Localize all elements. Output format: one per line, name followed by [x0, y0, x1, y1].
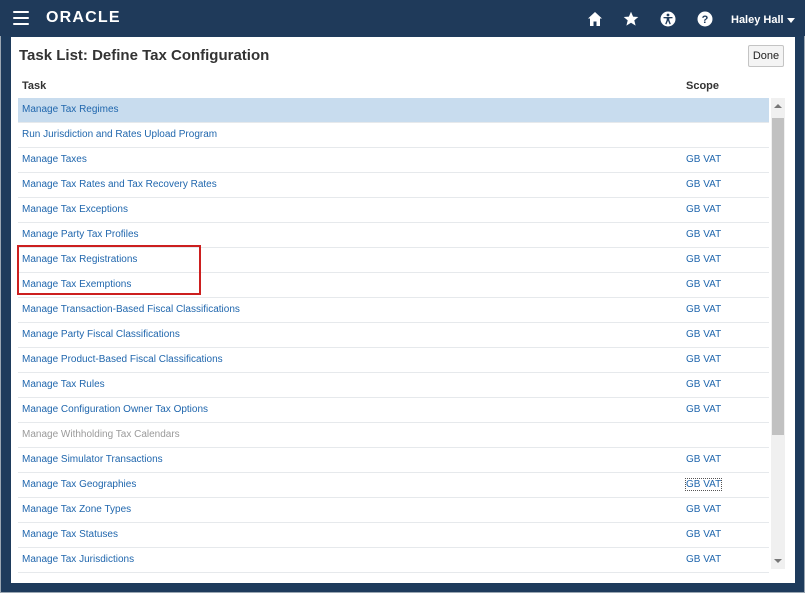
table-row[interactable]: Manage Tax Zone Types GB VAT: [18, 498, 769, 523]
task-link[interactable]: Manage Configuration Owner Tax Options: [22, 404, 208, 415]
scope-link[interactable]: GB VAT: [684, 478, 723, 491]
scope-link[interactable]: GB VAT: [686, 354, 721, 365]
menu-icon[interactable]: [13, 11, 29, 25]
scope-link[interactable]: GB VAT: [686, 304, 721, 315]
table-row[interactable]: Manage Tax Jurisdictions GB VAT: [18, 548, 769, 573]
svg-text:?: ?: [702, 14, 709, 26]
table-row[interactable]: Manage Simulator Transactions GB VAT: [18, 448, 769, 473]
page-title: Task List: Define Tax Configuration: [19, 47, 270, 64]
task-link[interactable]: Manage Tax Jurisdictions: [22, 554, 134, 565]
scope-link[interactable]: GB VAT: [686, 279, 721, 290]
scope-link[interactable]: GB VAT: [686, 554, 721, 565]
scope-link[interactable]: GB VAT: [686, 329, 721, 340]
table-row[interactable]: Manage Tax Geographies GB VAT: [18, 473, 769, 498]
table-row[interactable]: Manage Withholding Tax Calendars: [18, 423, 769, 448]
table-row[interactable]: Manage Configuration Owner Tax Options GB…: [18, 398, 769, 423]
scope-link[interactable]: GB VAT: [686, 254, 721, 265]
column-header-task[interactable]: Task: [22, 80, 46, 92]
task-link: Manage Withholding Tax Calendars: [22, 429, 180, 440]
task-link[interactable]: Manage Transaction-Based Fiscal Classifi…: [22, 304, 240, 315]
column-header-scope[interactable]: Scope: [686, 80, 719, 92]
table-row[interactable]: Manage Party Fiscal Classifications GB VA…: [18, 323, 769, 348]
task-link[interactable]: Manage Tax Exceptions: [22, 204, 128, 215]
scroll-up-icon[interactable]: [774, 104, 782, 108]
vertical-scrollbar[interactable]: [771, 98, 785, 569]
table-row[interactable]: Manage Tax Exceptions GB VAT: [18, 198, 769, 223]
task-link[interactable]: Manage Tax Geographies: [22, 479, 136, 490]
task-link[interactable]: Manage Party Tax Profiles: [22, 229, 139, 240]
table-row[interactable]: Manage Tax Rules GB VAT: [18, 373, 769, 398]
task-link[interactable]: Manage Taxes: [22, 154, 87, 165]
help-icon[interactable]: ?: [697, 11, 713, 27]
task-link[interactable]: Manage Tax Rules: [22, 379, 105, 390]
task-link[interactable]: Manage Tax Zone Types: [22, 504, 131, 515]
home-icon[interactable]: [587, 11, 603, 27]
table-row[interactable]: Run Jurisdiction and Rates Upload Progra…: [18, 123, 769, 148]
task-link[interactable]: Manage Tax Regimes: [22, 104, 119, 115]
scope-link[interactable]: GB VAT: [686, 529, 721, 540]
table-row[interactable]: Manage Tax Rates and Tax Recovery Rates G…: [18, 173, 769, 198]
top-navigation-bar: ORACLE ? Haley Hall: [0, 0, 805, 36]
task-link[interactable]: Manage Product-Based Fiscal Classificati…: [22, 354, 223, 365]
task-table: Manage Tax Regimes Run Jurisdiction and R…: [18, 98, 769, 573]
table-row[interactable]: Manage Tax Statuses GB VAT: [18, 523, 769, 548]
scope-link[interactable]: GB VAT: [686, 204, 721, 215]
accessibility-icon[interactable]: [660, 11, 676, 27]
scope-link[interactable]: GB VAT: [686, 229, 721, 240]
scope-link[interactable]: GB VAT: [686, 504, 721, 515]
task-link[interactable]: Manage Party Fiscal Classifications: [22, 329, 180, 340]
user-name: Haley Hall: [731, 14, 784, 26]
user-menu[interactable]: Haley Hall: [731, 14, 795, 26]
scope-link[interactable]: GB VAT: [686, 154, 721, 165]
table-row[interactable]: Manage Product-Based Fiscal Classificati…: [18, 348, 769, 373]
table-row[interactable]: Manage Transaction-Based Fiscal Classifi…: [18, 298, 769, 323]
scope-link[interactable]: GB VAT: [686, 379, 721, 390]
table-row[interactable]: Manage Taxes GB VAT: [18, 148, 769, 173]
task-link[interactable]: Manage Tax Statuses: [22, 529, 118, 540]
task-link[interactable]: Manage Simulator Transactions: [22, 454, 163, 465]
table-row[interactable]: Manage Tax Regimes: [18, 98, 769, 123]
star-icon[interactable]: [623, 11, 639, 27]
task-list-panel: Task List: Define Tax Configuration Done…: [11, 37, 795, 583]
task-link[interactable]: Manage Tax Rates and Tax Recovery Rates: [22, 179, 217, 190]
annotation-highlight-box: [17, 245, 201, 295]
task-link[interactable]: Run Jurisdiction and Rates Upload Progra…: [22, 129, 217, 140]
chevron-down-icon: [786, 17, 795, 23]
scroll-down-icon[interactable]: [774, 559, 782, 563]
oracle-logo: ORACLE: [46, 9, 121, 26]
scope-link[interactable]: GB VAT: [686, 404, 721, 415]
scope-link[interactable]: GB VAT: [686, 454, 721, 465]
scope-link[interactable]: GB VAT: [686, 179, 721, 190]
scrollbar-thumb[interactable]: [772, 118, 784, 435]
done-button[interactable]: Done: [748, 45, 784, 67]
